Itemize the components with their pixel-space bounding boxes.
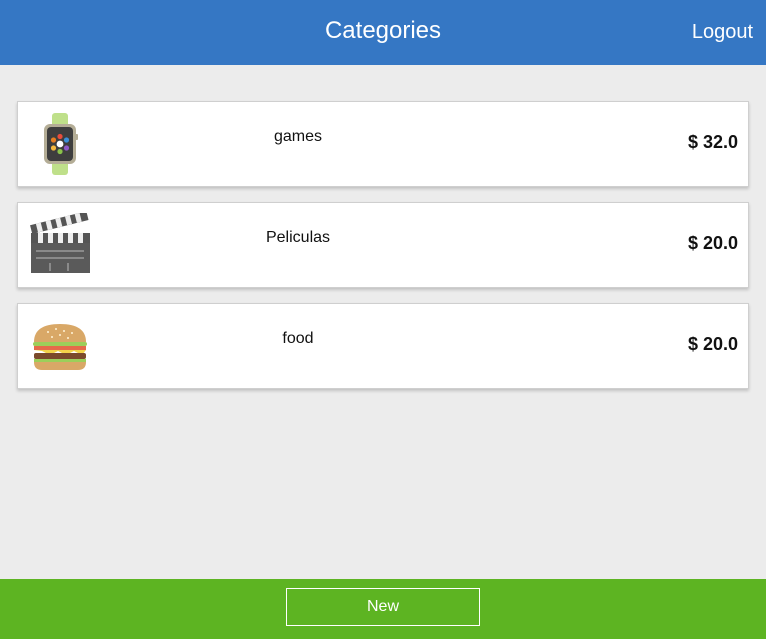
- category-price: $ 20.0: [687, 233, 738, 253]
- category-price: $ 32.0: [687, 132, 738, 152]
- page-title: Categories: [324, 17, 442, 44]
- category-card-games[interactable]: games $ 32.0: [17, 101, 749, 187]
- app-header: Categories Logout: [0, 0, 766, 65]
- footer-bar: New: [0, 579, 766, 639]
- category-list: games $ 32.0 Peliculas $ 20.0 food $ 20.…: [17, 101, 749, 404]
- smartwatch-icon: [28, 112, 92, 176]
- logout-button[interactable]: Logout: [692, 21, 753, 44]
- category-name: Peliculas: [265, 229, 331, 246]
- category-name: games: [273, 128, 323, 145]
- burger-icon: [28, 314, 92, 378]
- category-card-peliculas[interactable]: Peliculas $ 20.0: [17, 202, 749, 288]
- category-price: $ 20.0: [687, 334, 738, 354]
- new-button[interactable]: New: [286, 588, 480, 626]
- clapperboard-icon: [28, 211, 92, 277]
- category-name: food: [282, 330, 314, 347]
- category-card-food[interactable]: food $ 20.0: [17, 303, 749, 389]
